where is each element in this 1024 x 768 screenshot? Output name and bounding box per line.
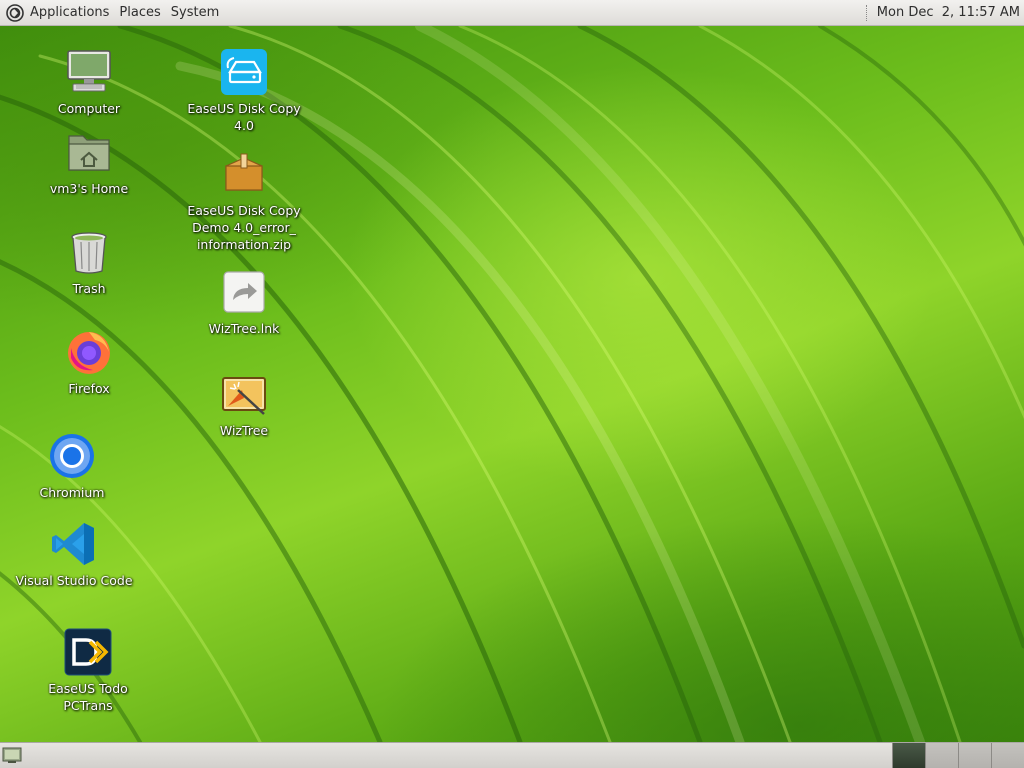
desktop-icon-firefox[interactable]: Firefox [24, 328, 154, 397]
show-desktop-icon [2, 747, 22, 763]
workspace-3[interactable] [958, 743, 991, 768]
desktop-icon-vscode[interactable]: Visual Studio Code [9, 520, 139, 589]
icon-label: WizTree [219, 423, 269, 438]
disk-copy-icon [220, 48, 268, 96]
desktop-icon-chromium[interactable]: Chromium [7, 432, 137, 501]
desktop-icon-zip-file[interactable]: EaseUS Disk Copy Demo 4.0_error_ informa… [179, 150, 309, 253]
desktop-icon-wiztree[interactable]: WizTree [179, 370, 309, 439]
firefox-icon [65, 328, 113, 376]
home-folder-icon [65, 128, 113, 176]
wiztree-icon [220, 370, 268, 418]
icon-label: vm3's Home [49, 181, 129, 196]
panel-separator [865, 4, 869, 21]
zip-archive-icon [220, 150, 268, 198]
trash-icon [65, 228, 113, 276]
workspace-2[interactable] [925, 743, 958, 768]
workspace-4[interactable] [991, 743, 1024, 768]
show-desktop-button[interactable] [2, 746, 22, 764]
icon-label: Computer [57, 101, 121, 116]
desktop-icon-pctrans[interactable]: EaseUS Todo PCTrans [23, 628, 153, 714]
clock[interactable]: Mon Dec 2, 11:57 AM [877, 5, 1020, 20]
workspace-1[interactable] [892, 743, 925, 768]
applications-logo-icon[interactable] [6, 3, 24, 22]
icon-label: Chromium [39, 485, 105, 500]
workspace-switcher [892, 743, 1024, 768]
pctrans-icon [64, 628, 112, 676]
system-menu[interactable]: System [171, 5, 219, 20]
icon-label: EaseUS Disk Copy Demo 4.0_error_ informa… [187, 203, 301, 252]
icon-label: Trash [72, 281, 106, 296]
desktop-icon-trash[interactable]: Trash [24, 228, 154, 297]
shortcut-icon [220, 268, 268, 316]
computer-icon [65, 48, 113, 96]
vscode-icon [50, 520, 98, 568]
top-panel: Applications Places System Mon Dec 2, 11… [0, 0, 1024, 26]
desktop-icon-home[interactable]: vm3's Home [24, 128, 154, 197]
icon-label: EaseUS Todo PCTrans [48, 681, 128, 713]
icon-label: Firefox [68, 381, 110, 396]
icon-label: WizTree.lnk [208, 321, 280, 336]
bottom-panel [0, 742, 1024, 768]
desktop-icon-computer[interactable]: Computer [24, 48, 154, 117]
chromium-icon [48, 432, 96, 480]
desktop-icon-disk-copy[interactable]: EaseUS Disk Copy 4.0 [179, 48, 309, 134]
icon-label: Visual Studio Code [15, 573, 133, 588]
icon-label: EaseUS Disk Copy 4.0 [187, 101, 301, 133]
desktop-icon-wiztree-lnk[interactable]: WizTree.lnk [179, 268, 309, 337]
clock-area: Mon Dec 2, 11:57 AM [865, 4, 1020, 21]
places-menu[interactable]: Places [119, 5, 160, 20]
applications-menu[interactable]: Applications [30, 5, 109, 20]
